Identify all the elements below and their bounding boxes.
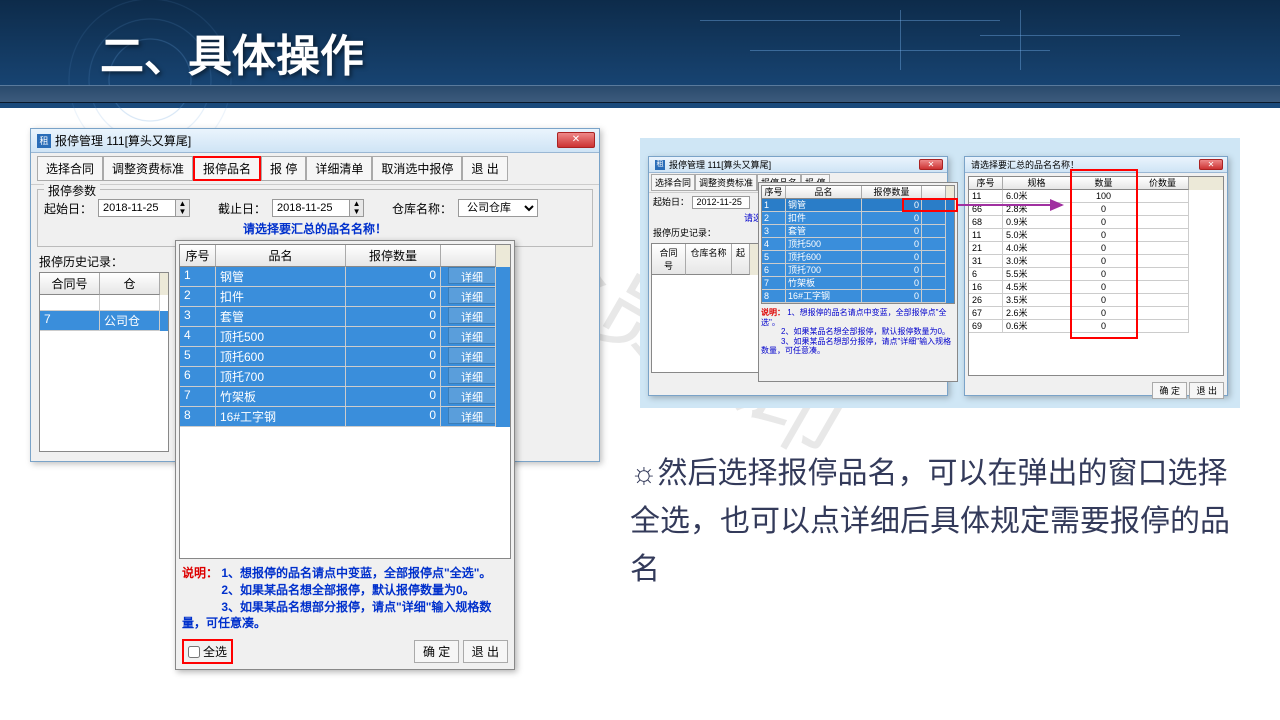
spinner-icon[interactable]: ▲▼ bbox=[176, 199, 190, 217]
table-row[interactable]: 3套管0详细 bbox=[180, 307, 510, 327]
app-icon: 租 bbox=[37, 134, 51, 148]
note-2: 2、如果某品名想全部报停，默认报停数量为0。 bbox=[221, 583, 474, 597]
notes-label: 说明： bbox=[182, 566, 218, 580]
params-fieldset: 报停参数 起始日： ▲▼ 截止日： ▲▼ 仓库名称： 公司仓库 请选择要汇总的品… bbox=[37, 189, 593, 247]
col-detail bbox=[441, 245, 496, 267]
item-popup: 序号 品名 报停数量 1钢管0详细2扣件0详细3套管0详细4顶托5000详细5顶… bbox=[175, 240, 515, 670]
table-row[interactable] bbox=[40, 295, 168, 311]
col-name: 品名 bbox=[216, 245, 346, 267]
note-3: 3、如果某品名想部分报停，请点"详细"输入规格数量，可任意凑。 bbox=[182, 600, 491, 631]
detail-button[interactable]: 详细 bbox=[448, 367, 496, 384]
select-all-checkbox[interactable]: 全选 bbox=[182, 639, 233, 664]
stop-button[interactable]: 报 停 bbox=[261, 156, 306, 181]
detail-button[interactable]: 详细 bbox=[448, 387, 496, 404]
detail-button[interactable]: 详细 bbox=[448, 267, 496, 284]
table-row[interactable]: 7竹架板0详细 bbox=[180, 387, 510, 407]
end-date-label: 截止日： bbox=[218, 200, 266, 217]
col-seq: 序号 bbox=[180, 245, 216, 267]
cancel-stop-button[interactable]: 取消选中报停 bbox=[372, 156, 462, 181]
toolbar: 选择合同 调整资费标准 报停品名 报 停 详细清单 取消选中报停 退 出 bbox=[31, 153, 599, 185]
table-row[interactable]: 6顶托7000详细 bbox=[180, 367, 510, 387]
col-qty: 报停数量 bbox=[346, 245, 441, 267]
start-date-label: 起始日： bbox=[44, 200, 92, 217]
window-titlebar[interactable]: 租 报停管理 111[算头又算尾] ✕ bbox=[31, 129, 599, 153]
select-contract-button[interactable]: 选择合同 bbox=[37, 156, 103, 181]
detail-button[interactable]: 详细 bbox=[448, 287, 496, 304]
hint-text: 请选择要汇总的品名名称！ bbox=[44, 220, 586, 237]
table-row[interactable]: 7 公司仓 bbox=[40, 311, 168, 331]
col-contract: 合同号 bbox=[40, 273, 100, 295]
exit-button[interactable]: 退 出 bbox=[462, 156, 507, 181]
close-icon[interactable]: ✕ bbox=[557, 132, 595, 148]
detail-button[interactable]: 详细 bbox=[448, 307, 496, 324]
end-date-input[interactable] bbox=[272, 199, 350, 217]
exit-button[interactable]: 退 出 bbox=[463, 640, 508, 663]
warehouse-label: 仓库名称： bbox=[392, 200, 452, 217]
col-warehouse: 仓 bbox=[100, 273, 160, 295]
table-row[interactable]: 2扣件0详细 bbox=[180, 287, 510, 307]
start-date-input[interactable] bbox=[98, 199, 176, 217]
secondary-screenshot: 租 报停管理 111[算头又算尾] ✕ 选择合同 调整资费标准 报停品名 报 停… bbox=[640, 138, 1240, 408]
spinner-icon[interactable]: ▲▼ bbox=[350, 199, 364, 217]
ok-button[interactable]: 确 定 bbox=[414, 640, 459, 663]
slide-body: ☼然后选择报停品名，可以在弹出的窗口选择全选，也可以点详细后具体规定需要报停的品… bbox=[630, 450, 1230, 594]
small-item-popup: 序号 品名 报停数量 1钢管02扣件03套管04顶托50005顶托60006顶托… bbox=[758, 182, 958, 382]
history-grid[interactable]: 合同号 仓 7 公司仓 bbox=[39, 272, 169, 452]
detail-button[interactable]: 详细 bbox=[448, 327, 496, 344]
detail-button[interactable]: 详细 bbox=[448, 407, 496, 424]
table-row[interactable]: 816#工字钢0详细 bbox=[180, 407, 510, 427]
window-title: 报停管理 111[算头又算尾] bbox=[55, 129, 191, 153]
detail-list-button[interactable]: 详细清单 bbox=[306, 156, 372, 181]
warehouse-select[interactable]: 公司仓库 bbox=[458, 199, 538, 217]
table-row[interactable]: 1钢管0详细 bbox=[180, 267, 510, 287]
table-row[interactable]: 4顶托5000详细 bbox=[180, 327, 510, 347]
small-detail-window: 请选择要汇总的品名名称！ ✕ 序号 规格 数量 价数量 116.0米100662… bbox=[964, 156, 1228, 396]
slide-title: 二、具体操作 bbox=[100, 20, 364, 84]
detail-button[interactable]: 详细 bbox=[448, 347, 496, 364]
table-row[interactable]: 5顶托6000详细 bbox=[180, 347, 510, 367]
params-legend: 报停参数 bbox=[44, 182, 100, 199]
stop-item-button[interactable]: 报停品名 bbox=[193, 156, 261, 181]
adjust-fee-button[interactable]: 调整资费标准 bbox=[103, 156, 193, 181]
note-1: 1、想报停的品名请点中变蓝，全部报停点"全选"。 bbox=[221, 566, 491, 580]
item-grid[interactable]: 序号 品名 报停数量 1钢管0详细2扣件0详细3套管0详细4顶托5000详细5顶… bbox=[179, 244, 511, 559]
